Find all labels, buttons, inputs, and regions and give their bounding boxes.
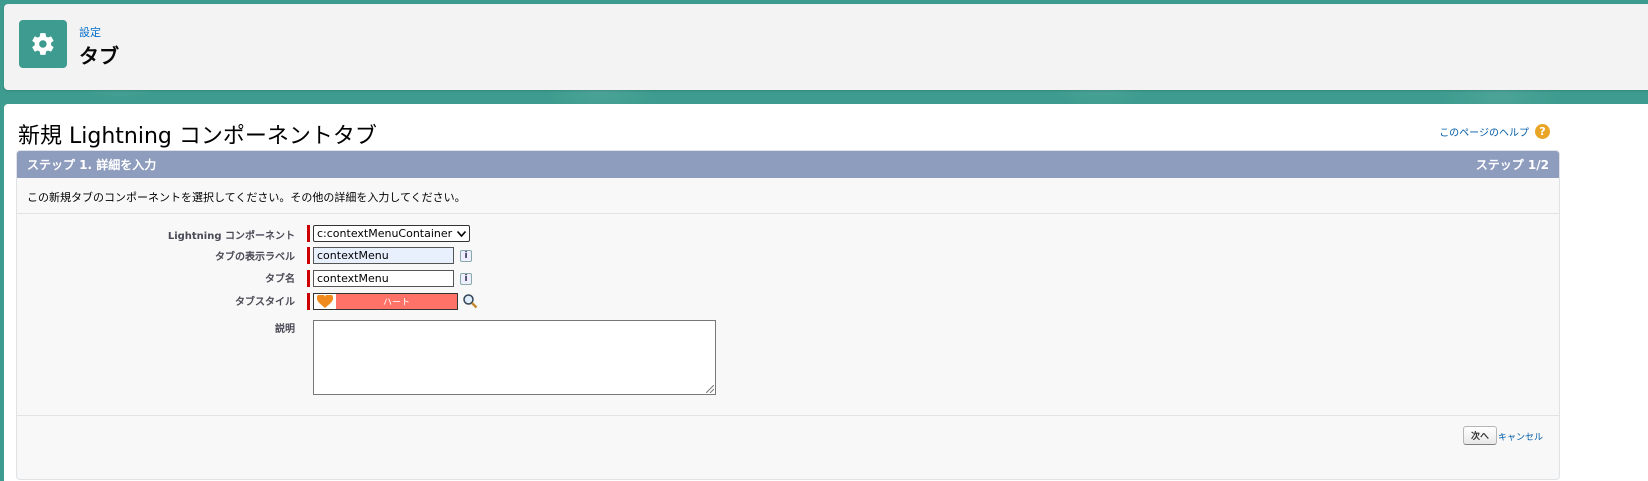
breadcrumb[interactable]: 設定 bbox=[79, 24, 101, 40]
step-bar: ステップ 1. 詳細を入力 ステップ 1/2 bbox=[17, 151, 1559, 178]
info-icon[interactable]: i bbox=[460, 273, 472, 285]
required-indicator bbox=[307, 270, 310, 287]
form-footer: 次へ キャンセル bbox=[17, 415, 1559, 480]
tab-style-field-label: タブスタイル bbox=[235, 297, 295, 308]
component-select-value: c:contextMenuContainer bbox=[317, 227, 453, 240]
help-link[interactable]: このページのヘルプ ? bbox=[1439, 124, 1550, 139]
step-label: ステップ 1. 詳細を入力 bbox=[27, 158, 157, 172]
display-label-input[interactable]: contextMenu bbox=[313, 247, 454, 264]
help-icon[interactable]: ? bbox=[1535, 124, 1550, 139]
component-select[interactable]: c:contextMenuContainer bbox=[313, 225, 470, 242]
step-panel: ステップ 1. 詳細を入力 ステップ 1/2 この新規タブのコンポーネントを選択… bbox=[16, 150, 1560, 480]
component-field-label: Lightning コンポーネント bbox=[167, 231, 295, 242]
resize-grip-icon[interactable] bbox=[706, 385, 714, 393]
chevron-down-icon bbox=[456, 227, 467, 240]
required-indicator bbox=[307, 225, 310, 242]
gear-icon bbox=[19, 20, 67, 68]
tab-style-name: ハート bbox=[382, 298, 410, 308]
description-field-label: 説明 bbox=[275, 324, 295, 335]
heart-icon bbox=[314, 294, 336, 309]
tab-name-field-label: タブ名 bbox=[265, 274, 295, 285]
form-title: 新規 Lightning コンポーネントタブ bbox=[18, 124, 377, 149]
tab-name-input-value: contextMenu bbox=[317, 272, 389, 285]
display-label-input-value: contextMenu bbox=[317, 249, 389, 262]
step-description: この新規タブのコンポーネントを選択してください。その他の詳細を入力してください。 bbox=[17, 178, 1559, 214]
help-link-label[interactable]: このページのヘルプ bbox=[1439, 124, 1529, 139]
tab-style-selector[interactable]: ハート bbox=[313, 293, 458, 310]
main-content: 新規 Lightning コンポーネントタブ このページのヘルプ ? ステップ … bbox=[4, 104, 1648, 481]
required-indicator bbox=[307, 293, 310, 310]
step-counter: ステップ 1/2 bbox=[1475, 158, 1549, 172]
page-header: 設定 タブ bbox=[4, 4, 1648, 90]
description-textarea[interactable] bbox=[313, 320, 716, 395]
cancel-link[interactable]: キャンセル bbox=[1498, 430, 1543, 443]
form-fields: Lightning コンポーネント c:contextMenuContainer… bbox=[17, 214, 1559, 414]
required-indicator bbox=[307, 247, 310, 264]
display-label-field-label: タブの表示ラベル bbox=[215, 252, 295, 263]
search-icon[interactable] bbox=[462, 293, 478, 309]
next-button[interactable]: 次へ bbox=[1463, 426, 1497, 445]
page-title: タブ bbox=[79, 44, 119, 68]
tab-name-input[interactable]: contextMenu bbox=[313, 270, 454, 287]
info-icon[interactable]: i bbox=[460, 250, 472, 262]
